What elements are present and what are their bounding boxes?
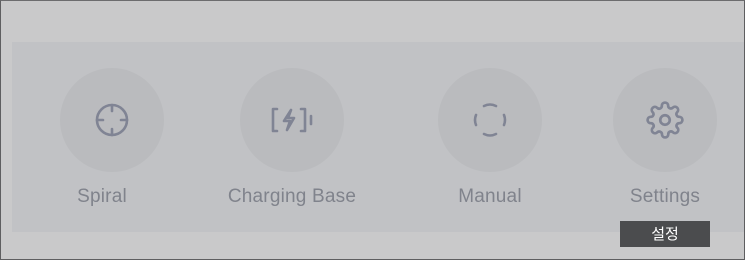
mode-toolbar: Spiral Charging Base Manual Settings: [12, 42, 745, 232]
spiral-button[interactable]: Spiral: [12, 42, 192, 232]
charging-base-button[interactable]: Charging Base: [202, 42, 382, 232]
crosshair-icon: [93, 101, 131, 139]
gear-icon: [646, 101, 684, 139]
settings-button[interactable]: Settings: [575, 42, 745, 232]
settings-button-circle[interactable]: [613, 68, 717, 172]
settings-tooltip: 설정: [620, 221, 710, 247]
charging-icon: [270, 105, 314, 135]
manual-label: Manual: [458, 186, 522, 207]
settings-label: Settings: [629, 186, 701, 207]
spiral-button-circle[interactable]: [60, 68, 164, 172]
spiral-label: Spiral: [77, 186, 127, 207]
manual-icon: [470, 100, 510, 140]
charging-base-button-circle[interactable]: [240, 68, 344, 172]
charging-base-label: Charging Base: [227, 186, 357, 207]
manual-button[interactable]: Manual: [400, 42, 580, 232]
manual-button-circle[interactable]: [438, 68, 542, 172]
